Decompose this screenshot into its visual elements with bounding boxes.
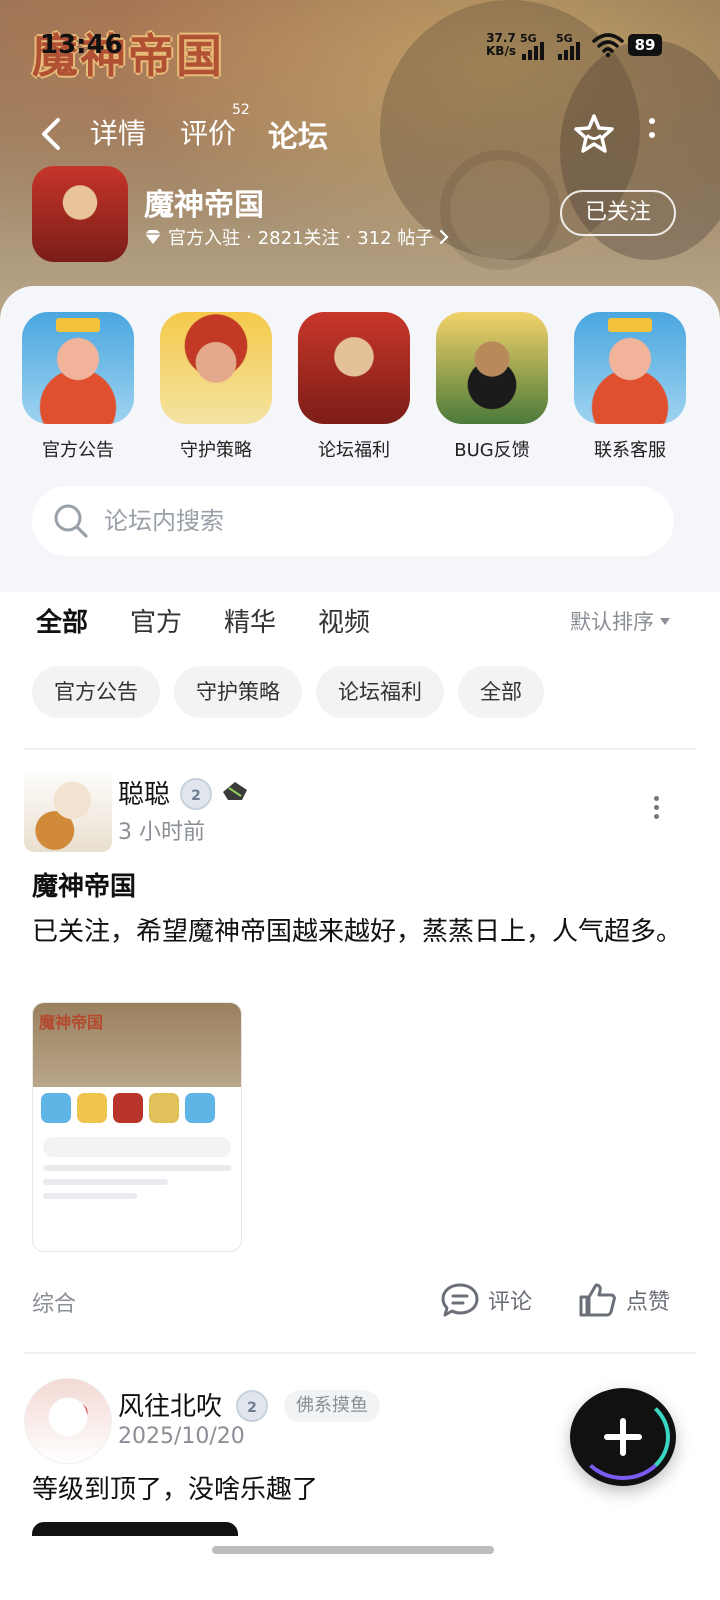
create-post-button[interactable] bbox=[570, 1388, 676, 1486]
shortcut-strategy[interactable]: 守护策略 bbox=[146, 312, 286, 462]
post-tag[interactable]: 综合 bbox=[32, 1286, 76, 1318]
search-input[interactable] bbox=[104, 500, 644, 542]
thumbnail-logo: 魔神帝国 bbox=[39, 1013, 104, 1032]
like-label: 点赞 bbox=[626, 1290, 671, 1315]
comment-icon bbox=[441, 1283, 479, 1317]
like-button[interactable]: 点赞 bbox=[578, 1280, 670, 1320]
home-indicator[interactable] bbox=[212, 1546, 494, 1554]
shortcut-label: 论坛福利 bbox=[318, 440, 390, 461]
game-meta[interactable]: 官方入驻 · 2821关注 · 312 帖子 bbox=[144, 224, 449, 250]
post-time: 3 小时前 bbox=[118, 820, 205, 845]
caret-down-icon bbox=[660, 618, 670, 625]
thumbnail-line bbox=[43, 1179, 168, 1185]
sort-dropdown[interactable]: 默认排序 bbox=[570, 606, 670, 636]
shortcut-label: 联系客服 bbox=[594, 440, 666, 461]
official-notice-icon bbox=[22, 312, 134, 424]
diamond-icon bbox=[145, 230, 161, 244]
game-name: 魔神帝国 bbox=[144, 188, 264, 223]
network-speed: 37.7 KB/s bbox=[486, 32, 516, 58]
filter-tab-official[interactable]: 官方 bbox=[130, 602, 182, 639]
bug-report-icon bbox=[436, 312, 548, 424]
comment-button[interactable]: 评论 bbox=[440, 1280, 532, 1320]
network-speed-unit: KB/s bbox=[486, 44, 516, 58]
post-card[interactable]: 聪聪 2 3 小时前 魔神帝国 已关注，希望魔神帝国越来越好，蒸蒸日上，人气超多… bbox=[0, 766, 720, 1336]
comment-label: 评论 bbox=[488, 1290, 533, 1315]
wifi-icon bbox=[592, 33, 624, 58]
followers-count: 2821关注 bbox=[257, 228, 340, 249]
forum-panel: 官方公告 守护策略 论坛福利 BUG反馈 联系客服 bbox=[0, 286, 720, 592]
post-filter-tabs: 全部 官方 精华 视频 默认排序 bbox=[0, 592, 720, 652]
chip-official-notice[interactable]: 官方公告 bbox=[32, 666, 160, 718]
post-author[interactable]: 聪聪 bbox=[118, 774, 170, 811]
game-info: 魔神帝国 官方入驻 · 2821关注 · 312 帖子 已关注 bbox=[0, 166, 720, 266]
avatar[interactable] bbox=[24, 766, 112, 852]
category-chips: 官方公告 守护策略 论坛福利 全部 bbox=[32, 666, 544, 718]
post-time: 2025/10/20 bbox=[118, 1424, 245, 1449]
thumbs-up-icon bbox=[579, 1283, 616, 1317]
official-label: 官方入驻 bbox=[168, 228, 240, 249]
shortcut-forum-welfare[interactable]: 论坛福利 bbox=[284, 312, 424, 462]
post-footer: 综合 评论 点赞 bbox=[0, 1276, 720, 1326]
star-icon[interactable] bbox=[572, 112, 616, 156]
next-content-peek bbox=[32, 1522, 238, 1536]
signal-sim1-icon: 5G bbox=[520, 32, 552, 60]
level-badge: 2 bbox=[236, 1390, 268, 1422]
level-badge: 2 bbox=[180, 778, 212, 810]
forum-welfare-icon bbox=[298, 312, 410, 424]
tab-review[interactable]: 评价 bbox=[180, 112, 236, 152]
signal-sim2-icon: 5G bbox=[556, 32, 588, 60]
game-icon bbox=[32, 166, 128, 262]
thumbnail-header: 魔神帝国 bbox=[33, 1003, 241, 1087]
follow-button[interactable]: 已关注 bbox=[560, 190, 676, 236]
hero-banner: 魔神帝国 13:46 37.7 KB/s 5G 5G 89 详情 评价 52 论… bbox=[0, 0, 720, 320]
post-title: 魔神帝国 bbox=[32, 872, 137, 902]
sort-label: 默认排序 bbox=[570, 610, 654, 634]
status-time: 13:46 bbox=[40, 30, 123, 60]
divider bbox=[24, 1352, 696, 1354]
thumbnail-line bbox=[43, 1165, 231, 1171]
filter-tab-featured[interactable]: 精华 bbox=[224, 602, 276, 639]
back-arrow-icon[interactable] bbox=[36, 114, 66, 154]
posts-count: 312 帖子 bbox=[357, 228, 434, 249]
chip-all[interactable]: 全部 bbox=[458, 666, 544, 718]
shortcut-bug-report[interactable]: BUG反馈 bbox=[422, 312, 562, 462]
forum-search-box[interactable] bbox=[32, 486, 674, 556]
chip-forum-welfare[interactable]: 论坛福利 bbox=[316, 666, 444, 718]
chevron-right-icon bbox=[440, 229, 449, 245]
chip-strategy[interactable]: 守护策略 bbox=[174, 666, 302, 718]
shortcut-label: BUG反馈 bbox=[454, 440, 530, 461]
shortcut-label: 守护策略 bbox=[180, 440, 252, 461]
avatar[interactable] bbox=[24, 1378, 112, 1464]
customer-service-icon bbox=[574, 312, 686, 424]
strategy-icon bbox=[160, 312, 272, 424]
post-author[interactable]: 风往北吹 bbox=[118, 1386, 222, 1423]
meta-separator: · bbox=[246, 226, 252, 248]
divider bbox=[24, 748, 696, 750]
more-vertical-icon[interactable] bbox=[646, 118, 658, 148]
post-image-thumbnail[interactable]: 魔神帝国 bbox=[32, 1002, 242, 1252]
thumbnail-icons bbox=[33, 1087, 241, 1129]
thumbnail-search bbox=[43, 1137, 231, 1157]
search-icon bbox=[54, 504, 88, 538]
thumbnail-line bbox=[43, 1193, 137, 1199]
shortcut-row: 官方公告 守护策略 论坛福利 BUG反馈 联系客服 bbox=[0, 312, 720, 472]
battery-indicator: 89 bbox=[628, 34, 662, 56]
top-nav: 详情 评价 52 论坛 bbox=[0, 102, 720, 158]
filter-tab-all[interactable]: 全部 bbox=[36, 602, 88, 639]
review-count-badge: 52 bbox=[232, 102, 250, 118]
post-more-icon[interactable] bbox=[650, 796, 662, 826]
status-bar: 13:46 37.7 KB/s 5G 5G 89 bbox=[0, 30, 720, 70]
tab-detail[interactable]: 详情 bbox=[90, 112, 146, 152]
shortcut-customer-service[interactable]: 联系客服 bbox=[560, 312, 700, 462]
post-body: 等级到顶了，没啥乐趣了 bbox=[32, 1475, 319, 1505]
plus-icon bbox=[604, 1418, 642, 1456]
filter-tab-video[interactable]: 视频 bbox=[318, 602, 370, 639]
meta-separator: · bbox=[345, 226, 352, 248]
tab-forum[interactable]: 论坛 bbox=[268, 112, 328, 156]
user-flair: 佛系摸鱼 bbox=[284, 1390, 380, 1422]
shortcut-label: 官方公告 bbox=[42, 440, 114, 461]
post-body: 已关注，希望魔神帝国越来越好，蒸蒸日上，人气超多。 bbox=[32, 917, 683, 947]
hat-badge-icon bbox=[223, 782, 247, 800]
shortcut-official-notice[interactable]: 官方公告 bbox=[8, 312, 148, 462]
